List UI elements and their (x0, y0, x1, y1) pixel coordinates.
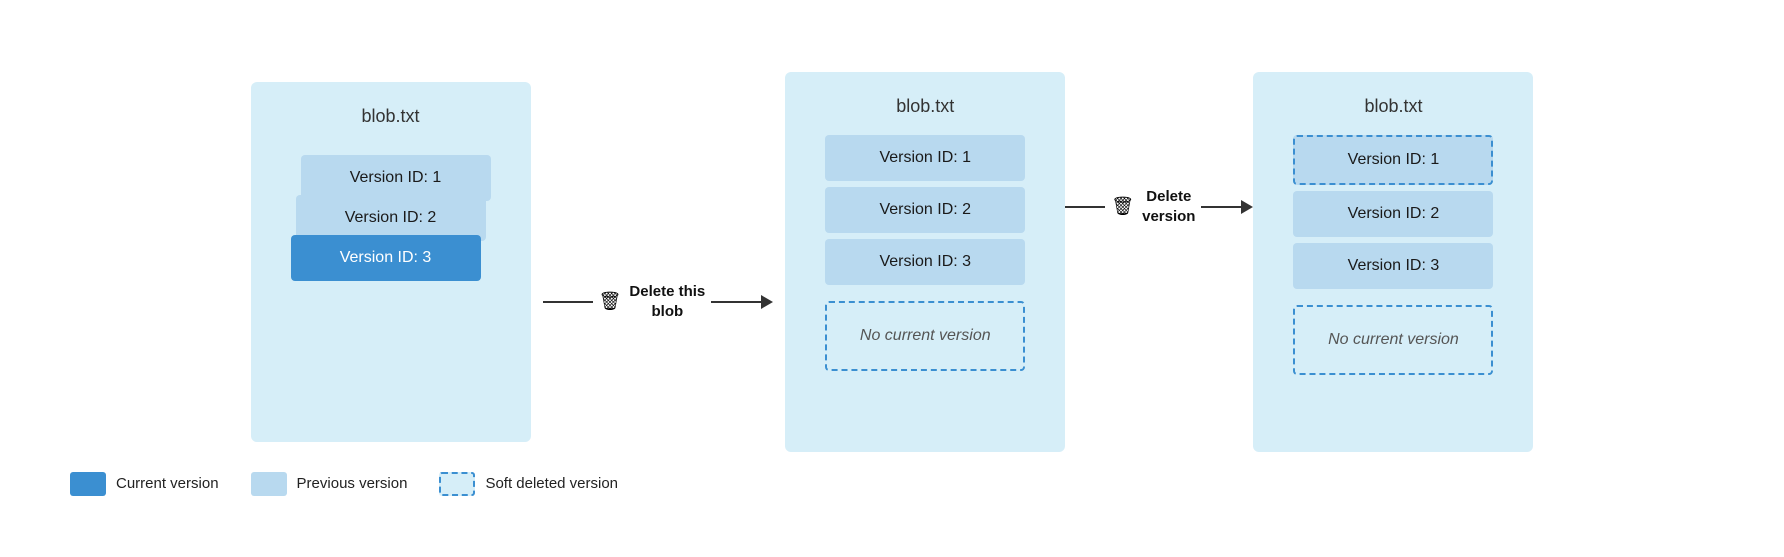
action1-connector: 🗑 Delete this blob (543, 282, 774, 321)
blob1-version-2: Version ID: 2 (296, 195, 486, 241)
legend-previous-box (251, 472, 287, 496)
legend-soft-deleted: Soft deleted version (439, 472, 618, 496)
blob3-versions: Version ID: 1 Version ID: 2 Version ID: … (1293, 135, 1493, 289)
blob2-no-current: No current version (825, 301, 1025, 371)
blob2-title: blob.txt (896, 96, 954, 117)
blob1-version-1: Version ID: 1 (301, 155, 491, 201)
blob1-container: blob.txt Version ID: 1 Version ID: 2 Ver… (251, 82, 531, 442)
blob3-version-2: Version ID: 2 (1293, 191, 1493, 237)
action2-label: 🗑 Delete version (1111, 187, 1195, 226)
arrow-shaft-1 (543, 301, 593, 303)
blob2-version-2: Version ID: 2 (825, 187, 1025, 233)
legend-current: Current version (70, 472, 219, 496)
blob3-no-current: No current version (1293, 305, 1493, 375)
action2-connector: 🗑 Delete version (1065, 187, 1253, 226)
blob2-container: blob.txt Version ID: 1 Version ID: 2 Ver… (785, 72, 1065, 452)
blob2-version-3: Version ID: 3 (825, 239, 1025, 285)
arrow-head-2 (1241, 200, 1253, 214)
legend-current-box (70, 472, 106, 496)
arrow-head-1 (761, 295, 773, 309)
legend-soft-deleted-label: Soft deleted version (485, 475, 618, 492)
legend: Current version Previous version Soft de… (40, 472, 618, 496)
legend-soft-deleted-box (439, 472, 475, 496)
blob1-version-3: Version ID: 3 (291, 235, 481, 281)
diagram-container: blob.txt Version ID: 1 Version ID: 2 Ver… (40, 72, 1744, 496)
legend-current-label: Current version (116, 475, 219, 492)
trash-icon-1: 🗑 (599, 291, 622, 312)
blob1-stack: Version ID: 1 Version ID: 2 Version ID: … (291, 155, 491, 315)
diagram-area: blob.txt Version ID: 1 Version ID: 2 Ver… (40, 72, 1744, 452)
blob3-title: blob.txt (1364, 96, 1422, 117)
arrow-shaft-2b (1201, 206, 1241, 208)
blob3-container: blob.txt Version ID: 1 Version ID: 2 Ver… (1253, 72, 1533, 452)
blob3-version-1: Version ID: 1 (1293, 135, 1493, 185)
legend-previous: Previous version (251, 472, 408, 496)
blob1-title: blob.txt (362, 106, 420, 127)
blob2-versions: Version ID: 1 Version ID: 2 Version ID: … (825, 135, 1025, 285)
arrow-shaft-2 (1065, 206, 1105, 208)
arrow-shaft-1b (711, 301, 761, 303)
blob3-version-3: Version ID: 3 (1293, 243, 1493, 289)
legend-previous-label: Previous version (297, 475, 408, 492)
trash-icon-2: 🗑 (1111, 196, 1134, 217)
blob2-version-1: Version ID: 1 (825, 135, 1025, 181)
action1-label: 🗑 Delete this blob (599, 282, 706, 321)
